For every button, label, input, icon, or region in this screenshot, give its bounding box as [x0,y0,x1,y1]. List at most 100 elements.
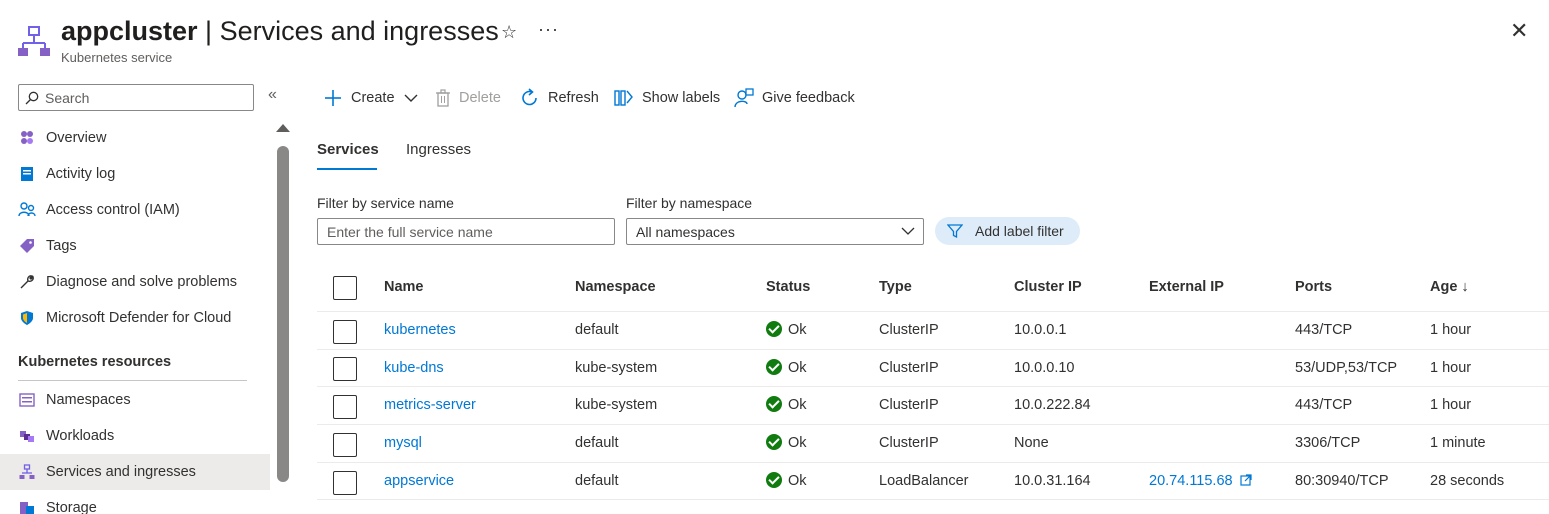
sidebar-item-tags[interactable]: Tags [0,228,270,264]
status-cell: Ok [766,396,807,414]
row-checkbox[interactable] [333,357,357,381]
refresh-label: Refresh [548,90,599,106]
filter-namespace-label: Filter by namespace [626,195,753,211]
show-labels-label: Show labels [642,90,721,106]
wrench-icon [18,273,36,291]
service-name-filter-input[interactable] [317,218,615,245]
sidebar-item-diagnose[interactable]: Diagnose and solve problems [0,264,270,300]
kubernetes-service-icon [18,26,50,56]
cluster-ip-cell: None [1014,435,1049,451]
select-all-checkbox[interactable] [333,276,357,300]
namespace-cell: kube-system [575,397,658,413]
sidebar-item-label: Overview [46,130,107,146]
close-icon[interactable]: ✕ [1510,18,1528,44]
create-button[interactable]: Create [323,86,418,110]
namespace-filter-dropdown[interactable]: All namespaces [626,218,924,245]
resource-name: appcluster [61,16,198,46]
external-ip-text: 20.74.115.68 [1149,473,1233,489]
status-cell: Ok [766,434,807,452]
status-cell: Ok [766,359,807,377]
namespace-filter-value: All namespaces [636,223,735,240]
ports-cell: 53/UDP,53/TCP [1295,360,1398,376]
create-label: Create [351,90,395,106]
namespace-cell: default [575,473,619,489]
overview-icon [18,129,36,147]
service-name-link[interactable]: kubernetes [384,321,456,339]
sidebar-item-activity-log[interactable]: Activity log [0,156,270,192]
table-row: appservice default Ok LoadBalancer 10.0.… [0,462,1549,500]
status-cell: Ok [766,472,807,490]
check-circle-icon [766,434,782,450]
row-checkbox[interactable] [333,433,357,457]
ellipsis-icon[interactable]: ··· [538,19,559,40]
cluster-ip-cell: 10.0.31.164 [1014,473,1091,489]
check-circle-icon [766,359,782,375]
sidebar-item-label: Activity log [46,166,116,182]
age-cell: 1 hour [1430,360,1472,376]
table-divider [317,499,1549,500]
show-labels-button[interactable]: Show labels [614,86,720,110]
tag-icon [18,237,36,255]
ports-cell: 443/TCP [1295,397,1353,413]
sidebar-item-overview[interactable]: Overview [0,120,270,156]
give-feedback-button[interactable]: Give feedback [734,86,855,110]
column-header-external-ip[interactable]: External IP [1149,279,1224,295]
service-name-link[interactable]: kube-dns [384,359,444,377]
row-checkbox[interactable] [333,320,357,344]
search-input[interactable] [45,89,245,106]
activity-log-icon [18,165,36,183]
column-header-namespace[interactable]: Namespace [575,279,656,295]
sidebar-item-label: Access control (IAM) [46,202,180,218]
give-feedback-label: Give feedback [762,90,855,106]
status-cell: Ok [766,321,807,339]
people-icon [18,201,36,219]
type-cell: LoadBalancer [879,473,969,489]
check-circle-icon [766,396,782,412]
cluster-ip-cell: 10.0.222.84 [1014,397,1091,413]
delete-button[interactable]: Delete [435,86,501,110]
star-icon[interactable]: ☆ [501,22,517,43]
type-cell: ClusterIP [879,322,939,338]
service-name-link[interactable]: mysql [384,434,422,452]
column-header-cluster-ip[interactable]: Cluster IP [1014,279,1082,295]
column-header-status[interactable]: Status [766,279,810,295]
column-header-name[interactable]: Name [384,279,424,295]
column-header-ports[interactable]: Ports [1295,279,1332,295]
chevron-down-icon [404,94,418,102]
tab-ingresses[interactable]: Ingresses [406,141,471,158]
chevron-down-icon [901,227,915,235]
refresh-button[interactable]: Refresh [520,86,599,110]
ports-cell: 3306/TCP [1295,435,1361,451]
delete-label: Delete [459,90,501,106]
double-chevron-left-icon[interactable]: « [268,86,277,104]
cluster-ip-cell: 10.0.0.1 [1014,322,1067,338]
page-name: Services and ingresses [219,16,499,46]
row-checkbox[interactable] [333,395,357,419]
age-cell: 28 seconds [1430,473,1505,489]
column-header-age[interactable]: Age ↓ [1430,279,1469,295]
active-tab-indicator [317,168,377,170]
scrollbar-up-arrow[interactable] [276,124,290,132]
row-checkbox[interactable] [333,471,357,495]
namespace-cell: default [575,322,619,338]
column-header-type[interactable]: Type [879,279,912,295]
add-label-filter-button[interactable]: Add label filter [935,217,1080,245]
tab-services[interactable]: Services [317,141,379,158]
age-cell: 1 minute [1430,435,1486,451]
check-circle-icon [766,321,782,337]
type-cell: ClusterIP [879,397,939,413]
show-labels-icon [614,90,633,106]
check-circle-icon [766,472,782,488]
sidebar-item-access-control[interactable]: Access control (IAM) [0,192,270,228]
sidebar-search[interactable] [18,84,254,111]
service-name-link[interactable]: metrics-server [384,396,476,414]
external-link-icon [1240,474,1252,486]
status-text: Ok [788,397,807,413]
age-cell: 1 hour [1430,397,1472,413]
external-ip-link[interactable]: 20.74.115.68 [1149,472,1252,490]
filter-service-name-label: Filter by service name [317,195,454,211]
refresh-icon [522,88,537,106]
status-text: Ok [788,322,807,338]
service-name-link[interactable]: appservice [384,472,454,490]
age-cell: 1 hour [1430,322,1472,338]
